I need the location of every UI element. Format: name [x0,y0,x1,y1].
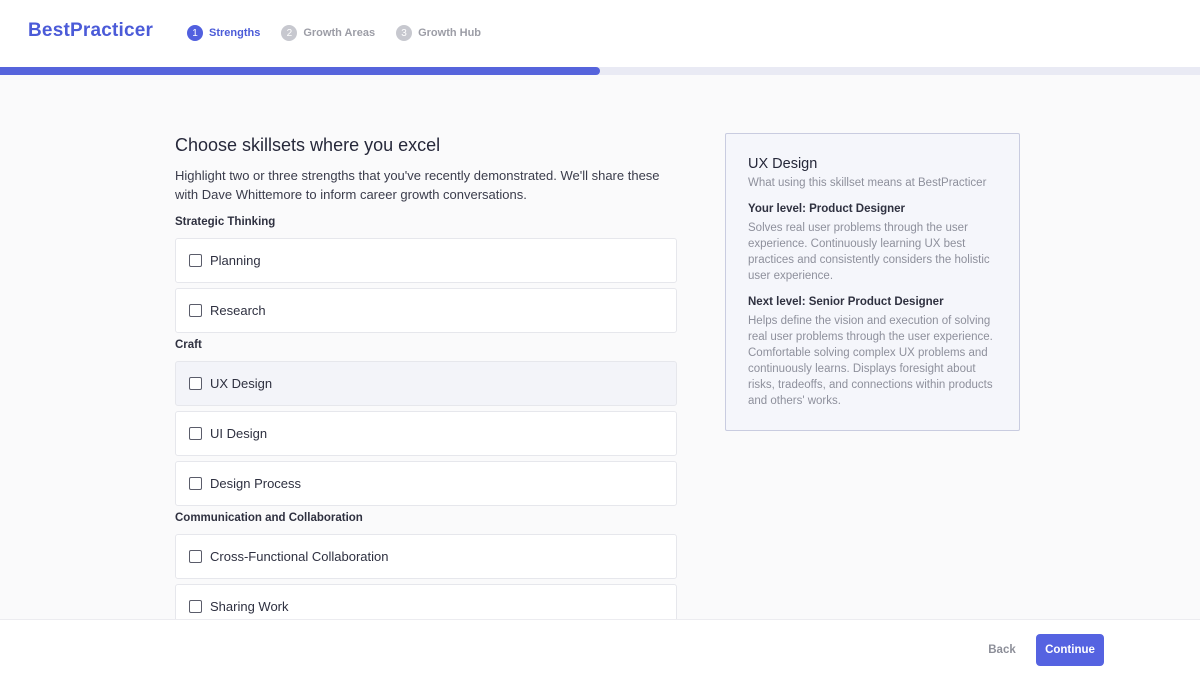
step-number: 3 [396,25,413,41]
option-planning[interactable]: Planning [175,238,677,283]
option-sharing-work[interactable]: Sharing Work [175,584,677,619]
step-label: Strengths [209,27,261,39]
checkbox[interactable] [189,427,202,440]
current-level-heading: Your level: Product Designer [748,203,905,215]
option-label: Design Process [210,476,302,491]
page-description: Highlight two or three strengths that yo… [175,168,660,202]
detail-title: UX Design [748,156,818,172]
detail-subtitle: What using this skillset means at BestPr… [748,177,987,189]
skillset-detail-panel: UX Design What using this skillset means… [725,133,1020,431]
option-cross-functional-collaboration[interactable]: Cross-Functional Collaboration [175,534,677,579]
group-strategic-thinking: Strategic Thinking Planning Research [175,216,677,333]
next-level-text: Helps define the vision and execution of… [748,315,993,407]
progress-bar [0,67,1200,75]
progress-bar-fill [0,67,600,75]
option-ux-design[interactable]: UX Design [175,361,677,406]
logo[interactable]: BestPracticer [28,20,153,42]
option-label: Cross-Functional Collaboration [210,549,389,564]
group-label: Communication and Collaboration [175,512,363,524]
next-level-heading: Next level: Senior Product Designer [748,296,944,308]
step-number: 1 [187,25,203,41]
step-label: Growth Hub [418,27,482,39]
option-label: UI Design [210,426,268,441]
option-ui-design[interactable]: UI Design [175,411,677,456]
group-communication-collaboration: Communication and Collaboration Cross-Fu… [175,512,677,619]
back-button[interactable]: Back [976,638,1028,662]
step-strengths[interactable]: 1 Strengths [187,25,260,41]
group-label: Strategic Thinking [175,216,276,228]
step-number: 2 [281,25,298,41]
group-craft: Craft UX Design UI Design Design Process [175,339,677,506]
group-label: Craft [175,339,202,351]
checkbox[interactable] [189,254,202,267]
footer-bar: Back Continue [0,619,1200,679]
top-bar: BestPracticer 1 Strengths 2 Growth Areas… [0,0,1200,67]
option-design-process[interactable]: Design Process [175,461,677,506]
option-label: Research [210,303,266,318]
checkbox[interactable] [189,377,202,390]
step-label: Growth Areas [303,27,376,39]
current-level-text: Solves real user problems through the us… [748,222,990,282]
step-indicator: 1 Strengths 2 Growth Areas 3 Growth Hub [187,25,502,41]
skillset-selection: Choose skillsets where you excel Highlig… [175,135,677,619]
option-label: Planning [210,253,261,268]
checkbox[interactable] [189,304,202,317]
page-title: Choose skillsets where you excel [175,135,441,155]
step-growth-areas[interactable]: 2 Growth Areas [281,25,375,41]
checkbox[interactable] [189,600,202,613]
checkbox[interactable] [189,550,202,563]
continue-button[interactable]: Continue [1036,634,1104,666]
checkbox[interactable] [189,477,202,490]
option-label: UX Design [210,376,273,391]
option-research[interactable]: Research [175,288,677,333]
step-growth-hub[interactable]: 3 Growth Hub [396,25,481,41]
option-label: Sharing Work [210,599,289,614]
